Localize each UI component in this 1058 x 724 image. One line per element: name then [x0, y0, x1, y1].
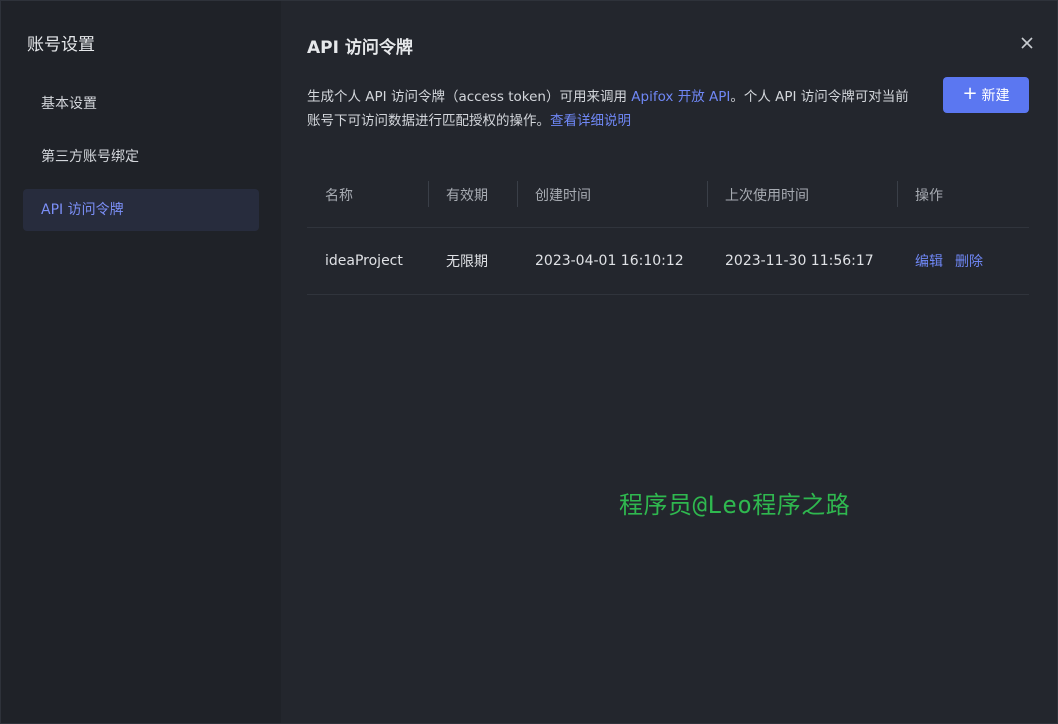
- header: API 访问令牌: [307, 1, 1033, 89]
- sidebar-item-api-token[interactable]: API 访问令牌: [23, 189, 259, 231]
- column-header-last-used: 上次使用时间: [707, 181, 897, 207]
- sidebar: 账号设置 基本设置 第三方账号绑定 API 访问令牌: [1, 1, 281, 723]
- sidebar-item-basic-settings[interactable]: 基本设置: [23, 83, 259, 125]
- token-table: 名称 有效期 创建时间 上次使用时间 操作 ideaProject 无限期 20…: [307, 163, 1029, 295]
- table-header: 名称 有效期 创建时间 上次使用时间 操作: [307, 163, 1029, 228]
- delete-button[interactable]: 删除: [955, 254, 983, 270]
- column-header-created: 创建时间: [517, 181, 707, 207]
- sidebar-item-third-party-binding[interactable]: 第三方账号绑定: [23, 136, 259, 178]
- account-settings-dialog: 账号设置 基本设置 第三方账号绑定 API 访问令牌 API 访问令牌 生成个人…: [0, 0, 1058, 724]
- description-text-1: 生成个人 API 访问令牌（access token）可用来调用: [307, 89, 632, 105]
- token-validity: 无限期: [446, 254, 488, 270]
- column-header-actions: 操作: [897, 181, 1029, 207]
- description: 生成个人 API 访问令牌（access token）可用来调用 Apifox …: [307, 85, 917, 133]
- sidebar-nav: 基本设置 第三方账号绑定 API 访问令牌: [1, 83, 281, 231]
- description-row: 生成个人 API 访问令牌（access token）可用来调用 Apifox …: [307, 77, 1029, 133]
- open-api-link[interactable]: Apifox 开放 API: [631, 89, 730, 105]
- edit-button[interactable]: 编辑: [915, 254, 943, 270]
- close-icon[interactable]: [1019, 35, 1035, 51]
- main-panel: API 访问令牌 生成个人 API 访问令牌（access token）可用来调…: [281, 1, 1057, 723]
- column-header-validity: 有效期: [428, 181, 517, 207]
- watermark: 程序员@Leo程序之路: [619, 491, 851, 519]
- token-last-used: 2023-11-30 11:56:17: [725, 253, 874, 269]
- view-details-link[interactable]: 查看详细说明: [550, 113, 631, 129]
- page-title: API 访问令牌: [307, 38, 413, 58]
- token-created: 2023-04-01 16:10:12: [535, 253, 684, 269]
- token-name: ideaProject: [325, 253, 403, 269]
- sidebar-title: 账号设置: [27, 35, 95, 55]
- token-actions: 编辑 删除: [897, 251, 1029, 271]
- column-header-name: 名称: [325, 188, 353, 204]
- table-row: ideaProject 无限期 2023-04-01 16:10:12 2023…: [307, 228, 1029, 295]
